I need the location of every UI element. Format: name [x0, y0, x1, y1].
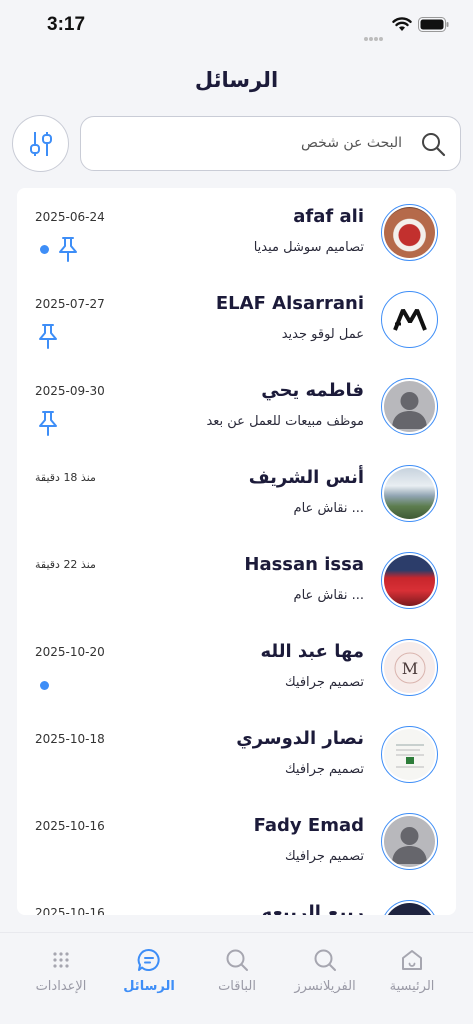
dark-avatar-image	[384, 903, 435, 915]
avatar: M	[381, 639, 438, 696]
tab-label: الباقات	[218, 979, 256, 994]
message-preview: عمل لوقو جديد	[281, 327, 364, 342]
message-date: 2025-10-20	[35, 645, 105, 659]
chat-icon	[137, 948, 160, 971]
status-time: 3:17	[47, 14, 86, 35]
tab-settings[interactable]: الإعدادات	[14, 947, 108, 1007]
conversation-item[interactable]: أنس الشريف ... نقاش عام منذ 18 دقيقة	[17, 449, 456, 536]
search-input[interactable]	[102, 117, 402, 169]
search-icon	[314, 949, 336, 971]
filter-button[interactable]	[12, 115, 69, 172]
tab-home[interactable]: الرئيسية	[365, 947, 459, 1007]
tab-label: الرسائل	[123, 979, 175, 994]
svg-text:M: M	[401, 659, 417, 678]
pin-icon[interactable]	[57, 236, 79, 262]
message-date: 2025-10-16	[35, 819, 105, 833]
team-photo	[384, 555, 435, 606]
pin-icon[interactable]	[37, 323, 59, 349]
status-bar: 3:17	[0, 0, 473, 56]
avatar	[381, 900, 438, 915]
message-date: 2025-10-16	[35, 906, 105, 915]
default-user-icon	[384, 816, 435, 867]
search-icon	[226, 949, 248, 971]
page-title: الرسائل	[194, 68, 279, 92]
tab-label: الإعدادات	[35, 979, 87, 994]
pin-icon[interactable]	[37, 410, 59, 436]
message-preview: تصميم جرافيك	[284, 849, 364, 864]
conversation-item[interactable]: ELAF Alsarrani عمل لوقو جديد 2025-07-27	[17, 275, 456, 362]
contact-name: Fady Emad	[253, 815, 364, 836]
sliders-icon	[29, 131, 52, 156]
contact-name: أنس الشريف	[248, 467, 364, 488]
tab-messages[interactable]: الرسائل	[102, 947, 196, 1007]
conversation-item[interactable]: M مها عبد الله تصميم جرافيك 2025-10-20	[17, 623, 456, 710]
tab-label: الفريلانسرز	[294, 979, 356, 994]
avatar	[381, 291, 438, 348]
conversation-item[interactable]: ربيع الربيعه 2025-10-16	[17, 884, 456, 915]
home-icon	[402, 950, 422, 970]
conversation-item[interactable]: afaf ali تصاميم سوشل ميديا 2025-06-24	[17, 188, 456, 275]
search-icon[interactable]	[420, 131, 446, 157]
unread-dot	[40, 681, 49, 690]
message-date: 2025-09-30	[35, 384, 105, 398]
message-date: 2025-07-27	[35, 297, 105, 311]
grid-icon	[53, 952, 69, 968]
tab-packages[interactable]: الباقات	[190, 947, 284, 1007]
message-preview: تصميم جرافيك	[284, 675, 364, 690]
avatar	[381, 204, 438, 261]
tab-bar: الإعدادات الرسائل الباقات الفريلانسرز ال…	[0, 932, 473, 1024]
message-preview: موظف مبيعات للعمل عن بعد	[206, 414, 364, 429]
contact-name: ELAF Alsarrani	[215, 293, 364, 314]
conversation-item[interactable]: نصار الدوسري تصميم جرافيك 2025-10-18	[17, 710, 456, 797]
message-date: منذ 22 دقيقة	[35, 558, 96, 571]
cup-photo	[384, 207, 435, 258]
wifi-icon	[392, 17, 412, 31]
contact-name: مها عبد الله	[260, 641, 364, 662]
contact-name: نصار الدوسري	[236, 728, 364, 749]
waterfall-photo	[384, 468, 435, 519]
contact-name: فاطمه يحي	[261, 380, 364, 401]
conversation-item[interactable]: فاطمه يحي موظف مبيعات للعمل عن بعد 2025-…	[17, 362, 456, 449]
battery-icon	[418, 17, 449, 32]
message-date: 2025-06-24	[35, 210, 105, 224]
avatar	[381, 552, 438, 609]
logo-m-image	[384, 294, 435, 345]
avatar	[381, 465, 438, 522]
logo-m-pink-image: M	[384, 642, 435, 693]
contact-name: Hassan issa	[244, 554, 364, 575]
signal-icon	[364, 26, 384, 45]
unread-dot	[40, 245, 49, 254]
conversation-list: afaf ali تصاميم سوشل ميديا 2025-06-24 EL…	[17, 188, 456, 915]
contact-name: ربيع الربيعه	[261, 902, 364, 915]
contact-name: afaf ali	[293, 206, 364, 227]
message-preview: تصاميم سوشل ميديا	[253, 240, 364, 255]
message-preview: ... نقاش عام	[293, 501, 364, 516]
avatar	[381, 813, 438, 870]
conversation-item[interactable]: Hassan issa ... نقاش عام منذ 22 دقيقة	[17, 536, 456, 623]
message-date: منذ 18 دقيقة	[35, 471, 96, 484]
search-box[interactable]	[80, 116, 461, 171]
conversation-item[interactable]: Fady Emad تصميم جرافيك 2025-10-16	[17, 797, 456, 884]
avatar	[381, 378, 438, 435]
tab-freelancers[interactable]: الفريلانسرز	[278, 947, 372, 1007]
default-user-icon	[384, 381, 435, 432]
tab-label: الرئيسية	[389, 979, 435, 994]
avatar	[381, 726, 438, 783]
document-image	[384, 729, 435, 780]
message-preview: ... نقاش عام	[293, 588, 364, 603]
message-date: 2025-10-18	[35, 732, 105, 746]
message-preview: تصميم جرافيك	[284, 762, 364, 777]
